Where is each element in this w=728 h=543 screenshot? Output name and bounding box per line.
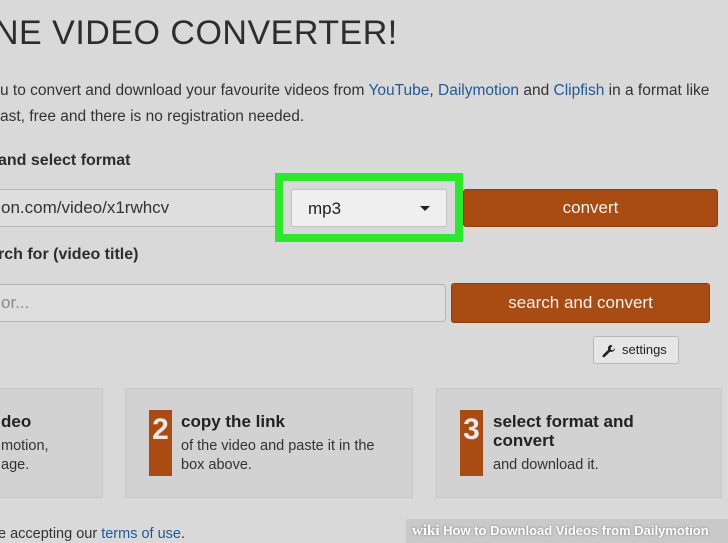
step-3-number: 3	[460, 410, 483, 476]
watermark-text: How to Download Videos from Dailymotion	[443, 523, 709, 538]
step-2-text-line-2: box above.	[181, 457, 252, 473]
step-3-text: and download it.	[493, 457, 599, 473]
step-3-title-line-2: convert	[493, 431, 555, 450]
terms-notice: e accepting our terms of use.	[0, 526, 185, 542]
convert-form-label: and select format	[0, 152, 131, 169]
wrench-icon	[602, 344, 615, 358]
intro-sep-1: ,	[429, 82, 439, 99]
wikihow-watermark: wiki How to Download Videos from Dailymo…	[406, 519, 728, 543]
step-2-title: copy the link	[181, 412, 285, 431]
step-card-3: 3 select format and convert and download…	[436, 388, 722, 498]
search-input[interactable]: or...	[0, 284, 446, 322]
step-1-title: deo	[1, 412, 32, 431]
terms-suffix: .	[180, 526, 185, 542]
intro-sep-2: and	[519, 82, 554, 99]
dailymotion-link[interactable]: Dailymotion	[438, 82, 519, 99]
step-1-text-line-1: motion,	[1, 438, 49, 454]
step-2-number: 2	[149, 410, 172, 476]
video-url-input[interactable]: on.com/video/x1rwhcv	[0, 189, 280, 227]
intro-line-1-suffix: in a format like	[604, 82, 710, 99]
step-card-2: 2 copy the link of the video and paste i…	[125, 388, 413, 498]
page-title: NE VIDEO CONVERTER!	[0, 14, 398, 52]
watermark-brand: wiki	[412, 523, 440, 539]
settings-label: settings	[622, 342, 667, 357]
intro-line-2: ast, free and there is no registration n…	[0, 108, 305, 125]
intro-line-1: u to convert and download your favourite…	[0, 78, 728, 104]
step-card-1: deo motion, age.	[0, 388, 103, 498]
youtube-link[interactable]: YouTube	[368, 82, 429, 99]
intro-line-1-prefix: u to convert and download your favourite…	[0, 82, 369, 99]
terms-prefix: e accepting our	[0, 526, 102, 542]
search-form-label: rch for (video title)	[0, 246, 139, 263]
intro-text: u to convert and download your favourite…	[0, 78, 728, 130]
chevron-down-icon	[420, 206, 430, 211]
format-select[interactable]: mp3	[291, 189, 447, 227]
terms-of-use-link[interactable]: terms of use	[101, 526, 181, 542]
format-select-value: mp3	[308, 199, 342, 218]
step-2-text-line-1: of the video and paste it in the	[181, 438, 375, 454]
clipfish-link[interactable]: Clipfish	[554, 82, 605, 99]
convert-button[interactable]: convert	[463, 189, 718, 227]
search-and-convert-button[interactable]: search and convert	[451, 283, 710, 323]
step-3-title-line-1: select format and	[493, 412, 634, 431]
step-1-text-line-2: age.	[1, 457, 30, 473]
settings-button[interactable]: settings	[593, 336, 679, 364]
